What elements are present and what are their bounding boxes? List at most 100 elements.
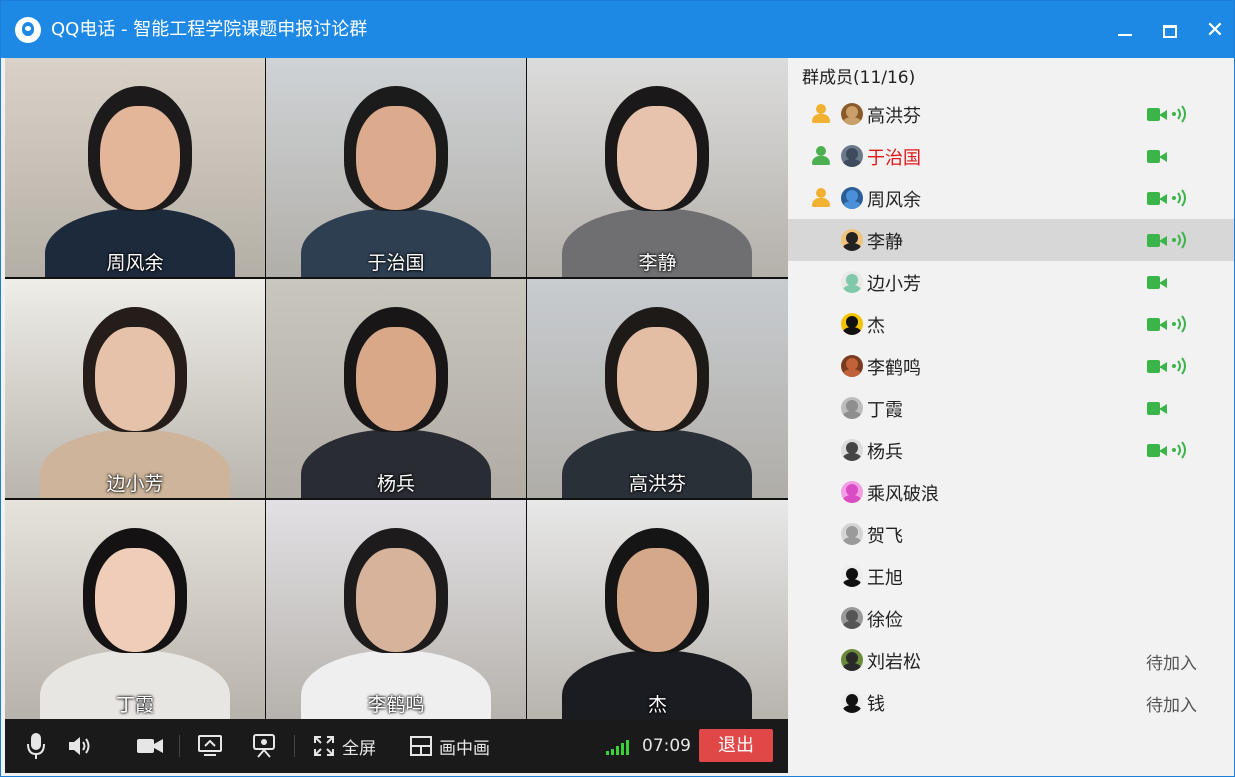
member-name: 李鹤鸣 xyxy=(867,358,921,379)
pip-button[interactable]: 画中画 xyxy=(410,731,490,761)
record-icon xyxy=(253,734,275,758)
member-count-header: 群成员(11/16) xyxy=(802,68,916,88)
member-name: 高洪芬 xyxy=(867,106,921,127)
video-tile-name: 杰 xyxy=(647,694,667,716)
member-name: 周风余 xyxy=(867,190,921,211)
member-row[interactable]: 杨兵 xyxy=(788,429,1234,471)
member-row[interactable]: 于治国 xyxy=(788,135,1234,177)
video-on-icon xyxy=(1147,276,1167,289)
qq-logo-icon xyxy=(15,17,41,43)
member-row[interactable]: 周风余 xyxy=(788,177,1234,219)
maximize-button[interactable] xyxy=(1156,17,1184,45)
video-tile[interactable]: 杨兵 xyxy=(266,279,526,498)
video-tile-name: 杨兵 xyxy=(376,473,415,495)
video-on-icon xyxy=(1147,150,1167,163)
close-button[interactable]: ✕ xyxy=(1201,17,1229,45)
video-grid: 周风余 于治国 李静边小芳 杨兵 高洪芬丁霞 李鹤鸣 杰 xyxy=(5,58,788,719)
video-tile[interactable]: 周风余 xyxy=(5,58,265,277)
speaker-button[interactable] xyxy=(67,731,93,761)
pip-label: 画中画 xyxy=(439,738,490,759)
member-row[interactable]: 边小芳 xyxy=(788,261,1234,303)
member-row[interactable]: 杰 xyxy=(788,303,1234,345)
video-tile[interactable]: 边小芳 xyxy=(5,279,265,498)
video-tile[interactable]: 李静 xyxy=(527,58,788,277)
signal-strength-icon xyxy=(606,739,636,755)
video-tile-name: 李鹤鸣 xyxy=(367,694,425,716)
person-face xyxy=(356,548,436,652)
member-row[interactable]: 贺飞 xyxy=(788,513,1234,555)
admin-role-icon xyxy=(810,145,832,167)
picture-in-picture-icon xyxy=(410,736,432,756)
member-avatar xyxy=(841,397,863,419)
member-row[interactable]: 徐俭 xyxy=(788,597,1234,639)
admin-role-icon xyxy=(810,187,832,209)
video-tile-name: 高洪芬 xyxy=(628,473,686,495)
video-on-icon xyxy=(1147,234,1167,247)
member-avatar xyxy=(841,229,863,251)
record-button[interactable] xyxy=(252,731,276,761)
person-face xyxy=(356,106,436,210)
camera-button[interactable] xyxy=(136,731,164,761)
video-tile[interactable]: 杰 xyxy=(527,500,788,719)
person-face xyxy=(100,106,180,210)
speaking-icon xyxy=(1170,440,1190,460)
member-avatar xyxy=(841,187,863,209)
screen-share-button[interactable] xyxy=(197,731,223,761)
video-on-icon xyxy=(1147,402,1167,415)
video-tile-name: 周风余 xyxy=(106,252,164,274)
video-tile[interactable]: 李鹤鸣 xyxy=(266,500,526,719)
member-name: 边小芳 xyxy=(867,274,921,295)
fullscreen-button[interactable]: 全屏 xyxy=(313,731,376,761)
person-face xyxy=(617,106,697,210)
speaking-icon xyxy=(1170,104,1190,124)
camera-icon xyxy=(137,739,163,753)
qq-call-window: QQ电话 - 智能工程学院课题申报讨论群 ✕ 周风余 于治国 李静 边小芳 杨兵 高洪芬丁… xyxy=(0,0,1235,777)
person-face xyxy=(356,327,436,431)
member-name: 刘岩松 xyxy=(867,652,921,673)
call-timer: 07:09 xyxy=(642,736,691,756)
member-name: 李静 xyxy=(867,232,903,253)
member-row[interactable]: 李鹤鸣 xyxy=(788,345,1234,387)
member-row[interactable]: 乘风破浪 xyxy=(788,471,1234,513)
video-tile-name: 于治国 xyxy=(367,252,425,274)
video-tile-name: 丁霞 xyxy=(115,694,154,716)
member-name: 丁霞 xyxy=(867,400,903,421)
screen-share-icon xyxy=(198,735,222,756)
member-row[interactable]: 李静 xyxy=(788,219,1234,261)
minimize-icon xyxy=(1118,34,1132,36)
quit-call-button[interactable]: 退出 xyxy=(699,729,773,762)
person-face xyxy=(95,327,175,431)
mic-button[interactable] xyxy=(25,731,47,761)
window-title: QQ电话 - 智能工程学院课题申报讨论群 xyxy=(51,19,368,40)
member-panel: 群成员(11/16) 高洪芬于治国周风余李静边小芳杰李鹤鸣丁霞杨兵乘风破浪 贺飞王… xyxy=(788,58,1234,774)
microphone-icon xyxy=(27,733,45,759)
member-name: 于治国 xyxy=(867,148,921,169)
member-row[interactable]: 高洪芬 xyxy=(788,93,1234,135)
close-icon: ✕ xyxy=(1205,18,1225,43)
member-row[interactable]: 钱 待加入 xyxy=(788,681,1234,723)
video-tile[interactable]: 于治国 xyxy=(266,58,526,277)
video-on-icon xyxy=(1147,360,1167,373)
speaking-icon xyxy=(1170,314,1190,334)
speaker-icon xyxy=(69,737,90,755)
admin-role-icon xyxy=(810,103,832,125)
member-row[interactable]: 刘岩松 待加入 xyxy=(788,639,1234,681)
video-tile-name: 李静 xyxy=(638,252,677,274)
fullscreen-label: 全屏 xyxy=(342,738,376,759)
member-avatar xyxy=(841,565,863,587)
title-bar[interactable]: QQ电话 - 智能工程学院课题申报讨论群 ✕ xyxy=(1,1,1234,58)
video-tile[interactable]: 丁霞 xyxy=(5,500,265,719)
toolbar-divider xyxy=(294,735,295,757)
video-tile[interactable]: 高洪芬 xyxy=(527,279,788,498)
speaking-icon xyxy=(1170,230,1190,250)
member-name: 杨兵 xyxy=(867,442,903,463)
speaking-icon xyxy=(1170,356,1190,376)
member-avatar xyxy=(841,523,863,545)
minimize-button[interactable] xyxy=(1111,17,1139,45)
person-face xyxy=(95,548,175,652)
person-face xyxy=(617,327,697,431)
member-row[interactable]: 丁霞 xyxy=(788,387,1234,429)
fullscreen-icon xyxy=(314,736,334,756)
member-row[interactable]: 王旭 xyxy=(788,555,1234,597)
video-on-icon xyxy=(1147,108,1167,121)
